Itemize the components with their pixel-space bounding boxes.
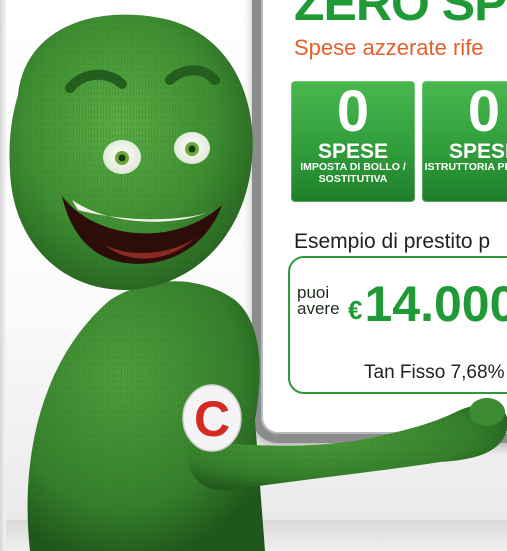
banner-scene: ZERO SPESE Spese azzerate rife 0 SPESE I… bbox=[0, 0, 507, 551]
grass-mascot-illustration: C bbox=[9, 14, 507, 551]
left-border bbox=[0, 0, 6, 551]
badge-letter: C bbox=[194, 391, 230, 447]
